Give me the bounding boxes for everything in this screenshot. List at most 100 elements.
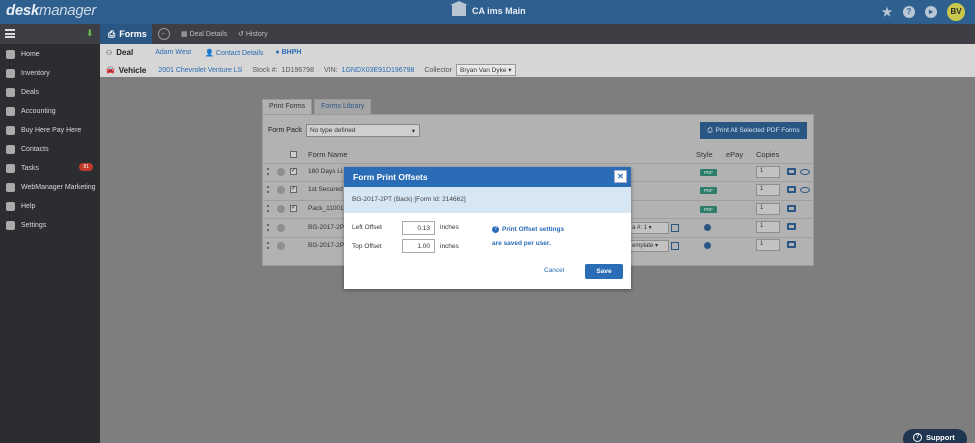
sidebar-item-webmanager[interactable]: WebManager Marketing <box>0 178 100 196</box>
form-print-offsets-modal: Form Print Offsets ✕ BG-2017-2PT (Back) … <box>344 167 631 289</box>
remove-icon[interactable] <box>277 242 285 250</box>
sidebar-item-home[interactable]: Home <box>0 45 100 63</box>
drag-handle-icon[interactable] <box>267 205 269 212</box>
back-arrow-icon[interactable]: ← <box>158 28 170 40</box>
sidebar-item-settings[interactable]: Settings <box>0 216 100 234</box>
sidebar-item-bhph[interactable]: Buy Here Pay Here <box>0 121 100 139</box>
tab-print-forms[interactable]: Print Forms <box>262 99 313 115</box>
printer-icon[interactable] <box>787 186 796 193</box>
modal-header: Form Print Offsets ✕ <box>344 167 631 187</box>
offset-select[interactable]: a #: 1 ▾ <box>629 222 669 234</box>
handshake-icon <box>6 87 15 97</box>
header-copies: Copies <box>756 150 780 159</box>
row-checkbox[interactable]: ✓ <box>290 205 297 212</box>
handshake-icon: ⚇ <box>106 49 113 57</box>
cancel-button[interactable]: Cancel <box>544 267 564 274</box>
money-icon <box>6 106 15 116</box>
tasks-badge: 81 <box>79 163 93 171</box>
app-title-text: CA ims Main <box>472 5 526 16</box>
vin-label: VIN: <box>323 66 338 74</box>
form-pack-select[interactable]: No type defined ▾ <box>306 124 420 137</box>
row-checkbox[interactable]: ✓ <box>290 186 297 193</box>
header-form-name: Form Name <box>308 150 348 159</box>
modal-subtitle: BG-2017-2PT (Back) [Form Id: 214662] <box>344 187 631 213</box>
support-label: Support <box>926 433 955 442</box>
top-offset-unit: inches <box>440 243 459 250</box>
star-icon[interactable]: ★ <box>881 6 893 18</box>
sidebar-item-inventory[interactable]: Inventory <box>0 64 100 82</box>
drag-handle-icon[interactable] <box>267 224 269 231</box>
copies-input[interactable]: 1 <box>756 239 780 251</box>
sidebar-item-accounting[interactable]: Accounting <box>0 102 100 120</box>
form-name[interactable]: BG-2017-2P <box>308 242 344 249</box>
help-icon: ? <box>492 226 499 233</box>
form-name[interactable]: 1st Secured <box>308 186 343 193</box>
top-offset-input[interactable]: 1.00 <box>402 239 435 253</box>
edit-icon[interactable] <box>671 224 679 232</box>
printer-icon[interactable] <box>787 168 796 175</box>
forms-tab-label: Forms <box>119 29 147 39</box>
collector-label: Collector <box>424 66 452 74</box>
printer-icon[interactable] <box>787 205 796 212</box>
offset-note-line1: Print Offset settings <box>502 226 565 233</box>
printer-icon[interactable] <box>787 241 796 248</box>
form-pack-label: Form Pack <box>268 127 302 134</box>
printer-icon[interactable] <box>787 223 796 230</box>
copies-input[interactable]: 1 <box>756 166 780 178</box>
forms-tab[interactable]: ⎙ Forms <box>100 24 152 44</box>
collector-select[interactable]: Bryan Van Dyke ▾ <box>456 64 516 76</box>
gear-icon[interactable] <box>704 224 711 231</box>
form-name[interactable]: 180 Days Li <box>308 168 342 175</box>
save-button[interactable]: Save <box>585 264 623 279</box>
select-all-checkbox[interactable] <box>290 151 297 158</box>
copies-input[interactable]: 1 <box>756 221 780 233</box>
sidebar-item-tasks[interactable]: Tasks 81 <box>0 159 100 177</box>
copies-input[interactable]: 1 <box>756 184 780 196</box>
support-button[interactable]: ? Support <box>903 429 967 443</box>
drag-handle-icon[interactable] <box>267 168 269 175</box>
eye-icon[interactable] <box>800 169 810 175</box>
eye-icon[interactable] <box>800 187 810 193</box>
app-logo[interactable]: deskmanager <box>6 2 96 19</box>
pin-icon[interactable]: ⬇ <box>86 28 94 39</box>
gear-icon[interactable] <box>704 242 711 249</box>
customer-link[interactable]: Adam West <box>155 49 191 56</box>
top-offset-label: Top Offset <box>352 243 382 250</box>
copies-input[interactable]: 1 <box>756 203 780 215</box>
remove-icon[interactable] <box>277 186 285 194</box>
drag-handle-icon[interactable] <box>267 242 269 249</box>
row-checkbox[interactable]: ✓ <box>290 168 297 175</box>
tab-forms-library[interactable]: Forms Library <box>314 99 372 115</box>
deal-header: ⚇ Deal Adam West 👤 Contact Details ● BHP… <box>100 44 975 77</box>
template-select[interactable]: emplate ▾ <box>629 240 669 252</box>
contact-details-link[interactable]: 👤 Contact Details <box>205 49 263 57</box>
menu-icon[interactable] <box>5 29 15 38</box>
pdf-badge: PDF <box>700 169 717 176</box>
remove-icon[interactable] <box>277 224 285 232</box>
form-name[interactable]: Pack_11001 <box>308 205 344 212</box>
remove-icon[interactable] <box>277 168 285 176</box>
question-icon: ? <box>913 433 922 442</box>
deal-type-badge[interactable]: ● BHPH <box>275 49 301 56</box>
avatar[interactable]: BV <box>947 3 965 21</box>
deal-details-link[interactable]: ▦ Deal Details <box>181 30 227 38</box>
help-icon[interactable]: ? <box>903 6 915 18</box>
dealership-title[interactable]: CA ims Main <box>450 1 526 16</box>
print-all-button[interactable]: ⎙ Print All Selected PDF Forms <box>700 122 807 139</box>
tasks-icon <box>6 163 15 173</box>
sidebar-item-help[interactable]: Help <box>0 197 100 215</box>
sidebar-item-deals[interactable]: Deals <box>0 83 100 101</box>
close-icon[interactable]: ✕ <box>614 170 627 183</box>
row-divider <box>264 163 812 164</box>
drag-handle-icon[interactable] <box>267 186 269 193</box>
vin-value[interactable]: 1GNDX03E91D196798 <box>342 67 415 74</box>
remove-icon[interactable] <box>277 205 285 213</box>
modal-title: Form Print Offsets <box>353 172 428 182</box>
form-name[interactable]: BG-2017-2P <box>308 224 344 231</box>
history-link[interactable]: ↺ History <box>238 30 268 38</box>
play-icon[interactable]: ▸ <box>925 6 937 18</box>
sidebar-item-contacts[interactable]: Contacts <box>0 140 100 158</box>
left-offset-input[interactable]: 0.13 <box>402 221 435 235</box>
vehicle-link[interactable]: 2001 Chevrolet Venture LS <box>158 67 242 74</box>
edit-icon[interactable] <box>671 242 679 250</box>
